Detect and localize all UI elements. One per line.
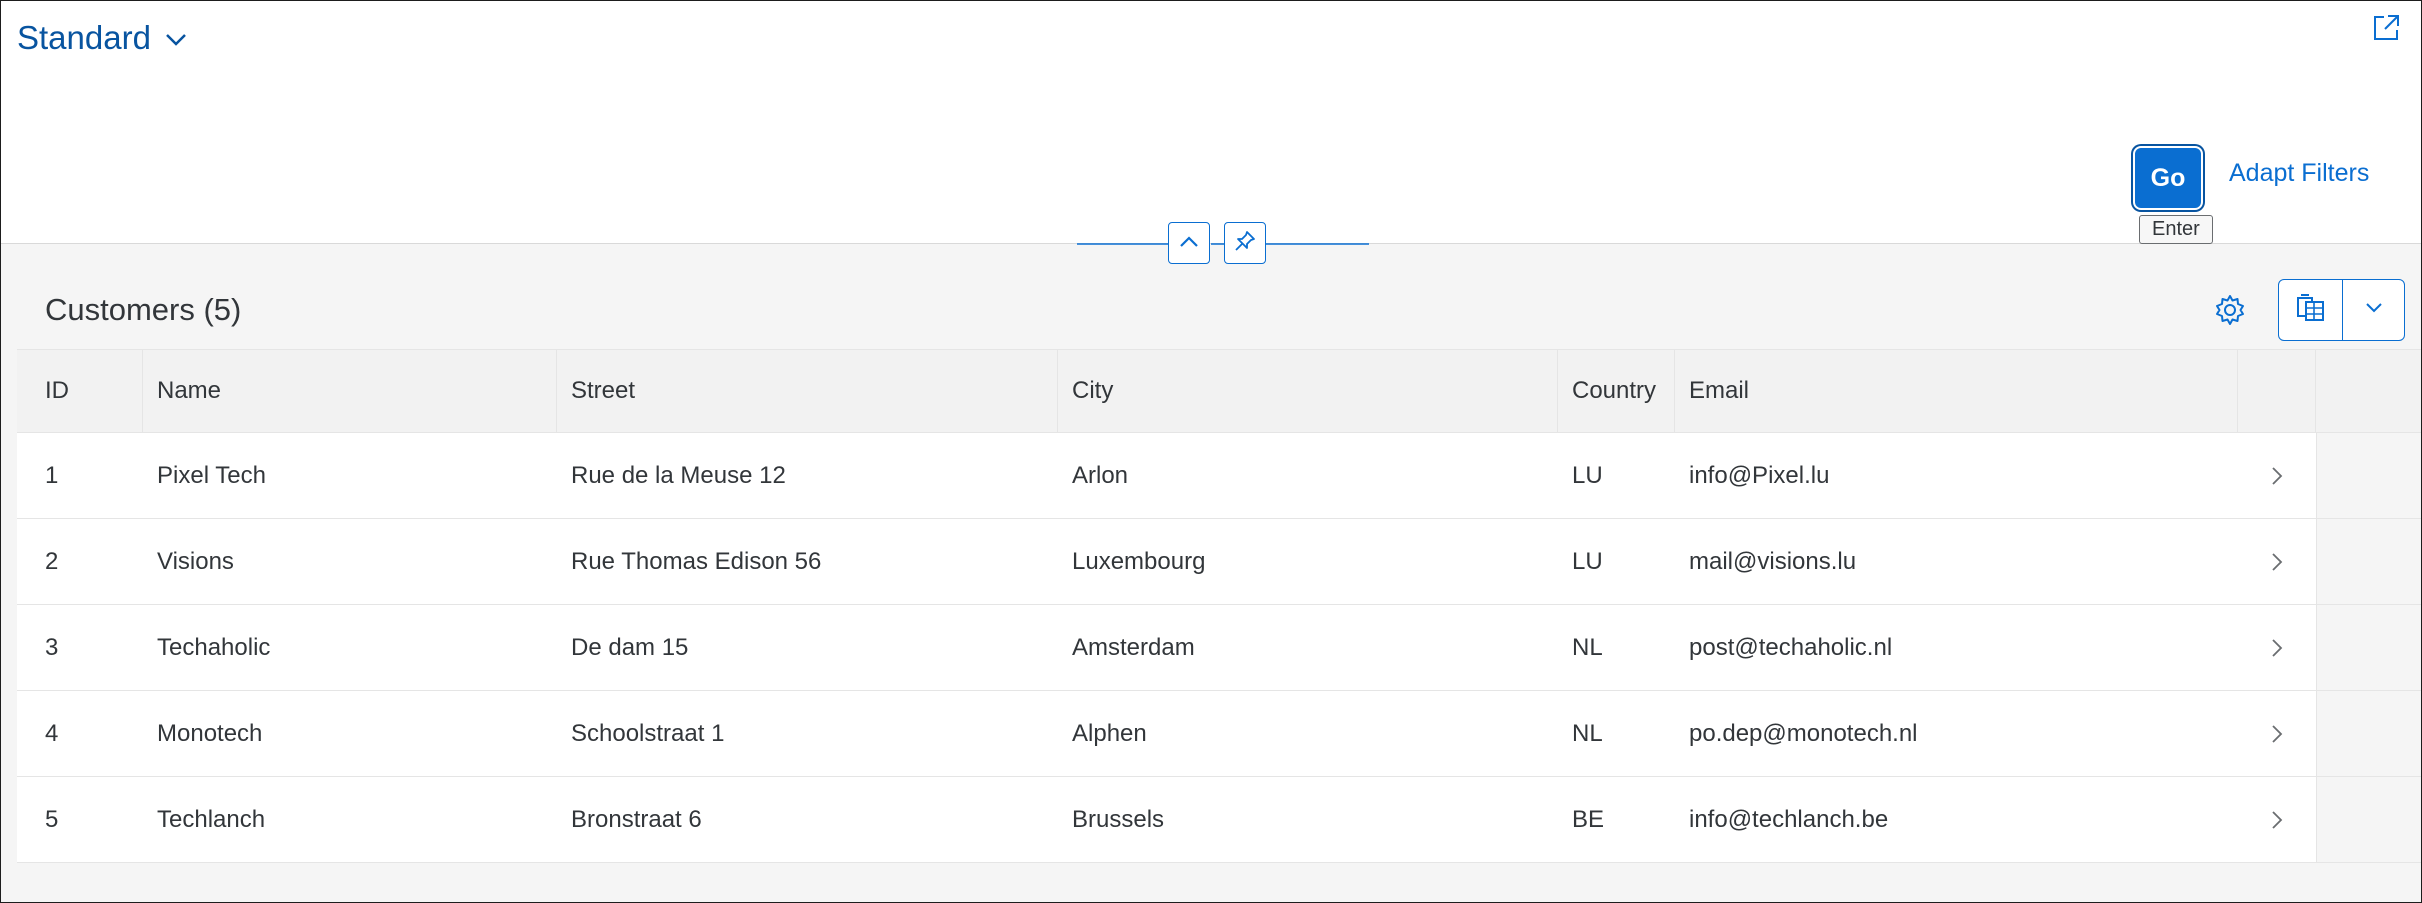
export-button-group [2278,279,2405,341]
row-filler [2316,519,2421,604]
cell-city: Alphen [1072,719,1147,747]
chevron-right-icon[interactable] [2238,433,2316,518]
column-header-filler [2316,350,2421,432]
collapse-header-button[interactable] [1168,222,1210,264]
app-frame: Standard Go Adapt Filters Enter Customer… [0,0,2422,903]
header-divider-right [1265,243,1369,245]
cell-email: info@Pixel.lu [1689,461,1830,489]
table-row[interactable]: 3 Techaholic De dam 15 Amsterdam NL post… [17,605,2421,691]
export-button[interactable] [2279,280,2343,340]
cell-email: po.dep@monotech.nl [1689,719,1918,747]
table-row[interactable]: 2 Visions Rue Thomas Edison 56 Luxembour… [17,519,2421,605]
table-row[interactable]: 4 Monotech Schoolstraat 1 Alphen NL po.d… [17,691,2421,777]
pin-header-button[interactable] [1224,222,1266,264]
go-tooltip: Enter [2139,215,2213,244]
adapt-filters-button[interactable]: Adapt Filters [2229,159,2369,188]
cell-name: Monotech [157,719,263,747]
header-divider-left [1077,243,1169,245]
cell-street: Bronstraat 6 [571,805,702,833]
column-header-email[interactable]: Email [1675,350,2238,432]
export-menu-button[interactable] [2343,280,2404,340]
column-header-name[interactable]: Name [143,350,557,432]
cell-name: Techlanch [157,805,266,833]
spreadsheet-export-icon [2295,292,2327,329]
cell-email: mail@visions.lu [1689,547,1857,575]
chevron-right-icon[interactable] [2238,605,2316,690]
chevron-right-icon[interactable] [2238,777,2316,862]
cell-country: NL [1572,719,1603,747]
cell-country: LU [1572,461,1603,489]
cell-id: 3 [45,633,59,661]
gear-icon [2213,295,2247,331]
cell-email: post@techaholic.nl [1689,633,1893,661]
cell-street: Schoolstraat 1 [571,719,725,747]
header-divider-middle [1211,243,1225,245]
cell-street: Rue Thomas Edison 56 [571,547,822,575]
table-settings-button[interactable] [2213,293,2247,332]
cell-id: 4 [45,719,59,747]
table-title: Customers (5) [45,292,242,327]
chevron-down-icon [2365,301,2383,319]
cell-id: 5 [45,805,59,833]
variant-title: Standard [17,19,151,56]
pin-icon [1233,229,1257,258]
column-header-id[interactable]: ID [17,350,143,432]
row-filler [2316,777,2421,862]
cell-street: Rue de la Meuse 12 [571,461,786,489]
cell-city: Luxembourg [1072,547,1206,575]
share-icon[interactable] [2371,13,2401,48]
table-row[interactable]: 5 Techlanch Bronstraat 6 Brussels BE inf… [17,777,2421,863]
cell-country: BE [1572,805,1605,833]
cell-city: Arlon [1072,461,1129,489]
cell-email: info@techlanch.be [1689,805,1889,833]
chevron-right-icon[interactable] [2238,691,2316,776]
chevron-down-icon [165,33,187,52]
column-header-city[interactable]: City [1058,350,1558,432]
cell-city: Brussels [1072,805,1165,833]
table-row[interactable]: 1 Pixel Tech Rue de la Meuse 12 Arlon LU… [17,433,2421,519]
row-filler [2316,691,2421,776]
cell-city: Amsterdam [1072,633,1195,661]
cell-name: Techaholic [157,633,271,661]
chevron-right-icon[interactable] [2238,519,2316,604]
column-header-country[interactable]: Country [1558,350,1675,432]
row-filler [2316,433,2421,518]
chevron-up-icon [1178,234,1200,253]
column-header-street[interactable]: Street [557,350,1058,432]
cell-name: Pixel Tech [157,461,266,489]
column-header-navigation [2238,350,2316,432]
go-button[interactable]: Go [2135,148,2201,208]
cell-id: 2 [45,547,59,575]
table-header-row: ID Name Street City Country Email [17,349,2421,433]
customers-table: ID Name Street City Country Email 1 Pixe… [17,349,2421,863]
cell-name: Visions [157,547,234,575]
row-filler [2316,605,2421,690]
cell-country: NL [1572,633,1603,661]
cell-street: De dam 15 [571,633,689,661]
cell-id: 1 [45,461,59,489]
filter-bar: Standard Go Adapt Filters [1,1,2421,244]
variant-selector[interactable]: Standard [17,19,187,57]
cell-country: LU [1572,547,1603,575]
